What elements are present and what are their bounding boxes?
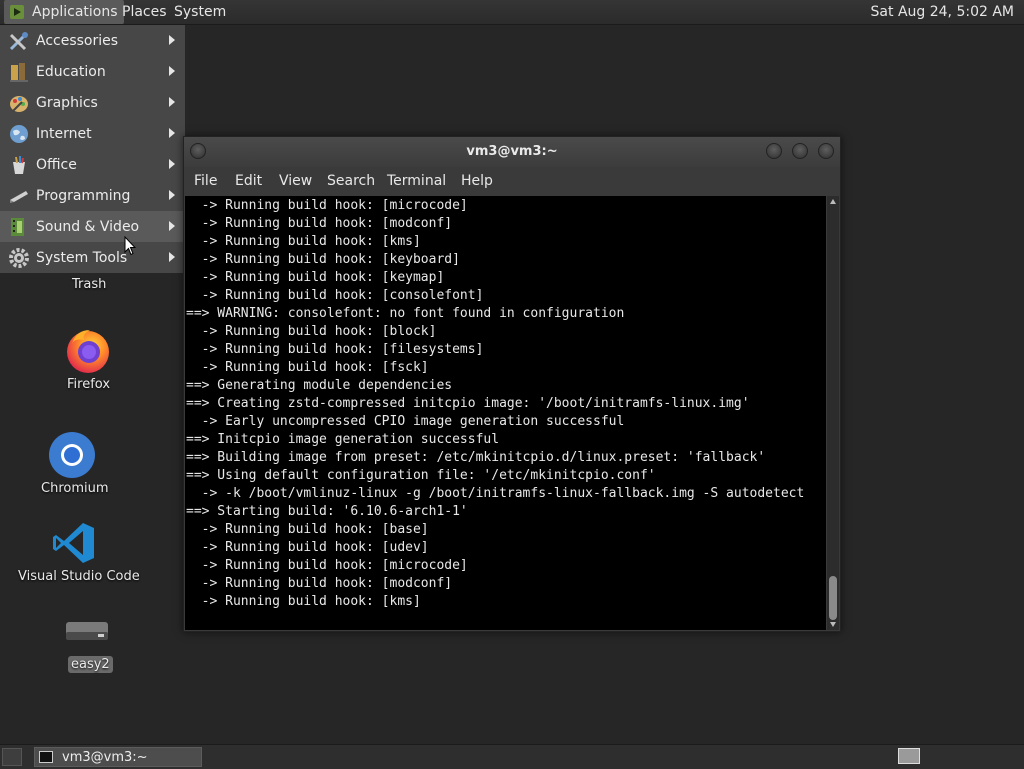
menu-item-accessories[interactable]: Accessories: [0, 25, 185, 56]
places-menu-button[interactable]: Places: [116, 0, 173, 24]
scrollbar-thumb[interactable]: [829, 576, 837, 620]
window-title: vm3@vm3:~: [466, 144, 558, 159]
menu-item-internet[interactable]: Internet: [0, 118, 185, 149]
graphics-icon: [10, 95, 28, 113]
terminal-line: -> Running build hook: [base]: [186, 522, 429, 537]
taskbar-window-terminal[interactable]: vm3@vm3:~: [34, 747, 202, 767]
accessories-icon: [9, 31, 28, 50]
chromium-icon[interactable]: [48, 431, 96, 479]
terminal-line: ==> WARNING: consolefont: no font found …: [186, 306, 625, 321]
submenu-arrow-icon: [169, 128, 175, 138]
close-button[interactable]: [818, 143, 834, 159]
submenu-arrow-icon: [169, 190, 175, 200]
terminal-line: -> Running build hook: [modconf]: [186, 576, 453, 591]
menu-item-label: Education: [36, 63, 106, 80]
menu-item-education[interactable]: Education: [0, 56, 185, 87]
terminal-line: -> Running build hook: [block]: [186, 324, 437, 339]
menu-terminal[interactable]: Terminal: [387, 173, 446, 189]
system-tools-icon: [9, 247, 29, 268]
internet-icon: [10, 124, 28, 143]
menu-item-label: Sound & Video: [36, 218, 140, 235]
menu-help[interactable]: Help: [461, 173, 493, 189]
terminal-scrollbar[interactable]: [827, 196, 839, 630]
submenu-arrow-icon: [169, 221, 175, 231]
menu-item-programming[interactable]: Programming: [0, 180, 185, 211]
terminal-line: -> Running build hook: [microcode]: [186, 198, 468, 213]
menu-search[interactable]: Search: [327, 173, 375, 189]
office-icon: [13, 155, 25, 174]
terminal-line: ==> Generating module dependencies: [186, 378, 453, 393]
show-desktop-icon[interactable]: [2, 748, 22, 766]
applications-label: Applications: [32, 4, 118, 20]
applications-dropdown: Accessories Education Graphics Internet: [0, 25, 185, 273]
submenu-arrow-icon: [169, 35, 175, 45]
firefox-label[interactable]: Firefox: [67, 377, 110, 392]
terminal-line: -> Running build hook: [udev]: [186, 540, 429, 555]
programming-icon: [10, 190, 28, 203]
system-menu-button[interactable]: System: [168, 0, 232, 24]
terminal-window[interactable]: vm3@vm3:~ File Edit View Search Terminal…: [183, 136, 841, 632]
bottom-panel: vm3@vm3:~: [0, 744, 1024, 769]
menu-item-label: Programming: [36, 187, 131, 204]
terminal-line: ==> Using default configuration file: '/…: [186, 468, 656, 483]
menu-item-system-tools[interactable]: System Tools: [0, 242, 185, 273]
scroll-down-arrow-icon[interactable]: [830, 622, 836, 627]
menu-file[interactable]: File: [194, 173, 217, 189]
terminal-icon: [39, 751, 53, 763]
menu-item-sound-video[interactable]: Sound & Video: [0, 211, 185, 242]
menu-item-label: Graphics: [36, 94, 98, 111]
submenu-arrow-icon: [169, 97, 175, 107]
education-icon: [10, 62, 28, 82]
workspace-switcher[interactable]: [898, 748, 920, 764]
menu-item-graphics[interactable]: Graphics: [0, 87, 185, 118]
top-panel: Applications Places System Sat Aug 24, 5…: [0, 0, 1024, 25]
terminal-line: -> Running build hook: [kms]: [186, 234, 421, 249]
terminal-line: -> Running build hook: [keymap]: [186, 270, 445, 285]
maximize-button[interactable]: [792, 143, 808, 159]
menu-item-label: Internet: [36, 125, 92, 142]
submenu-arrow-icon: [169, 252, 175, 262]
terminal-line: ==> Building image from preset: /etc/mki…: [186, 450, 766, 465]
terminal-line: -> Running build hook: [consolefont]: [186, 288, 484, 303]
sound-video-icon: [11, 217, 24, 236]
menu-item-office[interactable]: Office: [0, 149, 185, 180]
chromium-label[interactable]: Chromium: [41, 481, 109, 496]
terminal-line: -> Running build hook: [fsck]: [186, 360, 429, 375]
terminal-line: -> Early uncompressed CPIO image generat…: [186, 414, 625, 429]
distro-logo-icon: [10, 5, 24, 19]
clock[interactable]: Sat Aug 24, 5:02 AM: [865, 0, 1020, 24]
mouse-cursor-icon: [124, 236, 136, 256]
menu-item-label: System Tools: [36, 249, 128, 266]
terminal-line: -> -k /boot/vmlinuz-linux -g /boot/initr…: [186, 486, 805, 501]
menu-view[interactable]: View: [279, 173, 312, 189]
terminal-line: -> Running build hook: [keyboard]: [186, 252, 460, 267]
drive-icon[interactable]: [64, 618, 110, 644]
terminal-line: -> Running build hook: [kms]: [186, 594, 421, 609]
menu-item-label: Accessories: [36, 32, 119, 49]
drive-label[interactable]: easy2: [68, 656, 113, 673]
taskbar-window-label: vm3@vm3:~: [62, 749, 148, 765]
terminal-line: -> Running build hook: [microcode]: [186, 558, 468, 573]
terminal-line: ==> Starting build: '6.10.6-arch1-1': [186, 504, 468, 519]
terminal-line: -> Running build hook: [filesystems]: [186, 342, 484, 357]
vscode-label[interactable]: Visual Studio Code: [18, 569, 140, 584]
terminal-line: ==> Creating zstd-compressed initcpio im…: [186, 396, 750, 411]
menu-edit[interactable]: Edit: [235, 173, 262, 189]
menu-item-label: Office: [36, 156, 77, 173]
window-titlebar[interactable]: vm3@vm3:~: [184, 137, 840, 167]
minimize-button[interactable]: [766, 143, 782, 159]
applications-menu-button[interactable]: Applications: [4, 0, 124, 24]
submenu-arrow-icon: [169, 159, 175, 169]
terminal-line: -> Running build hook: [modconf]: [186, 216, 453, 231]
scroll-up-arrow-icon[interactable]: [830, 199, 836, 204]
firefox-icon[interactable]: [64, 326, 112, 374]
submenu-arrow-icon: [169, 66, 175, 76]
trash-label[interactable]: Trash: [72, 277, 106, 292]
terminal-line: ==> Initcpio image generation successful: [186, 432, 500, 447]
terminal-output[interactable]: -> Running build hook: [microcode] -> Ru…: [185, 196, 826, 630]
vscode-icon[interactable]: [52, 521, 96, 565]
terminal-menubar: File Edit View Search Terminal Help: [184, 169, 840, 195]
terminal-lines: -> Running build hook: [microcode] -> Ru…: [186, 197, 804, 611]
